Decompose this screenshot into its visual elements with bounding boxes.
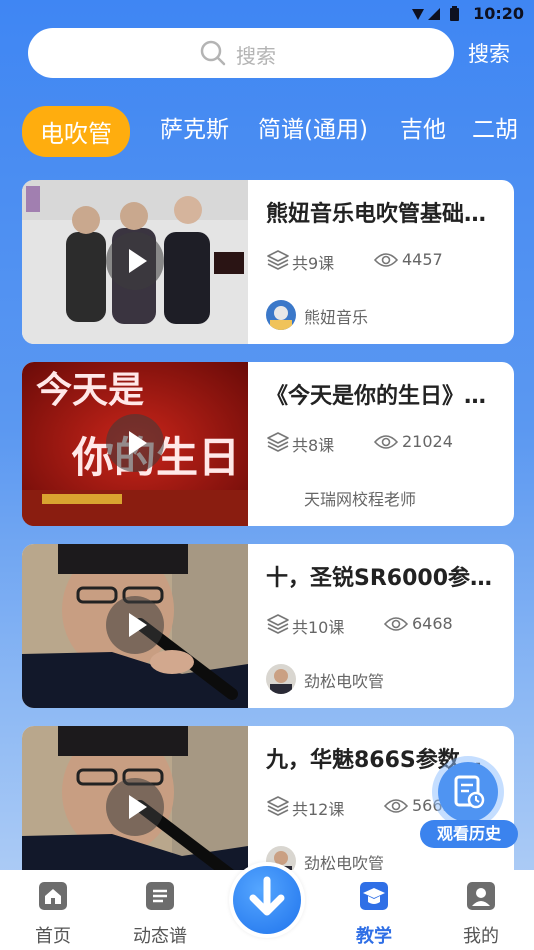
play-icon[interactable] bbox=[106, 232, 164, 290]
tab-guitar[interactable]: 吉他 bbox=[400, 110, 446, 144]
author-name: 熊妞音乐 bbox=[304, 308, 369, 327]
lesson-count: 共12课 bbox=[292, 800, 345, 819]
course-card[interactable]: 十，圣锐SR6000参数操作 共10课 6468 劲松电吹管 bbox=[22, 544, 514, 708]
play-icon[interactable] bbox=[106, 596, 164, 654]
view-count: 4457 bbox=[402, 250, 443, 269]
lesson-count: 共8课 bbox=[292, 436, 335, 455]
layers-icon bbox=[267, 250, 289, 270]
nav-profile[interactable]: 我的 bbox=[441, 876, 521, 947]
nav-label: 我的 bbox=[463, 926, 499, 947]
view-count: 6468 bbox=[412, 614, 453, 633]
signal-battery-icons bbox=[412, 6, 459, 21]
tab-saxophone[interactable]: 萨克斯 bbox=[160, 110, 229, 144]
layers-icon bbox=[267, 796, 289, 816]
download-icon bbox=[233, 866, 301, 934]
course-thumbnail: 今天是 你的生日 bbox=[22, 362, 248, 526]
profile-icon bbox=[467, 882, 495, 910]
lesson-count: 共9课 bbox=[292, 254, 335, 273]
author-name: 劲松电吹管 bbox=[304, 672, 385, 691]
eye-icon bbox=[374, 435, 398, 449]
home-icon bbox=[39, 882, 67, 910]
view-count: 21024 bbox=[402, 432, 453, 451]
nav-home[interactable]: 首页 bbox=[13, 876, 93, 947]
tab-erhu[interactable]: 二胡 bbox=[472, 110, 518, 144]
history-icon bbox=[438, 762, 498, 822]
search-placeholder: 搜索 bbox=[236, 44, 276, 68]
course-thumbnail bbox=[22, 726, 248, 890]
layers-icon bbox=[267, 614, 289, 634]
course-title: 《今天是你的生日》教学 bbox=[266, 384, 502, 409]
nav-dynamic-score[interactable]: 动态谱 bbox=[120, 876, 200, 947]
course-title: 熊妞音乐电吹管基础教程 bbox=[266, 202, 502, 227]
nav-label: 首页 bbox=[35, 926, 71, 947]
eye-icon bbox=[384, 617, 408, 631]
graduation-cap-icon bbox=[360, 882, 388, 910]
course-card[interactable]: 熊妞音乐电吹管基础教程 共9课 4457 熊妞音乐 bbox=[22, 180, 514, 344]
layers-icon bbox=[267, 432, 289, 452]
course-thumbnail bbox=[22, 544, 248, 708]
course-card[interactable]: 今天是 你的生日 《今天是你的生日》教学 共8课 21024 天瑞网校程老师 bbox=[22, 362, 514, 526]
eye-icon bbox=[384, 799, 408, 813]
search-input[interactable]: 搜索 bbox=[28, 28, 454, 78]
watch-history-button[interactable]: 观看历史 bbox=[420, 762, 520, 852]
eye-icon bbox=[374, 253, 398, 267]
nav-label: 动态谱 bbox=[133, 926, 187, 947]
nav-label: 教学 bbox=[356, 926, 392, 947]
download-button[interactable] bbox=[229, 862, 305, 938]
nav-teaching[interactable]: 教学 bbox=[334, 876, 414, 947]
play-icon[interactable] bbox=[106, 414, 164, 472]
history-label: 观看历史 bbox=[420, 820, 518, 848]
avatar bbox=[266, 300, 296, 330]
play-icon[interactable] bbox=[106, 778, 164, 836]
status-time: 10:20 bbox=[473, 4, 524, 23]
thumbnail-text-line1: 今天是 bbox=[36, 369, 144, 411]
tab-electric-wind[interactable]: 电吹管 bbox=[22, 106, 130, 157]
author-name: 天瑞网校程老师 bbox=[304, 490, 417, 509]
category-tabs: 电吹管 萨克斯 简谱(通用) 吉他 二胡 bbox=[0, 102, 534, 158]
avatar bbox=[266, 664, 296, 694]
status-bar: 10:20 bbox=[0, 0, 534, 28]
search-button[interactable]: 搜索 bbox=[468, 38, 510, 68]
course-thumbnail bbox=[22, 180, 248, 344]
score-icon bbox=[146, 882, 174, 910]
course-title: 十，圣锐SR6000参数操作 bbox=[266, 566, 502, 591]
tab-numbered-notation[interactable]: 简谱(通用) bbox=[258, 110, 368, 144]
search-icon bbox=[200, 40, 226, 66]
lesson-count: 共10课 bbox=[292, 618, 345, 637]
